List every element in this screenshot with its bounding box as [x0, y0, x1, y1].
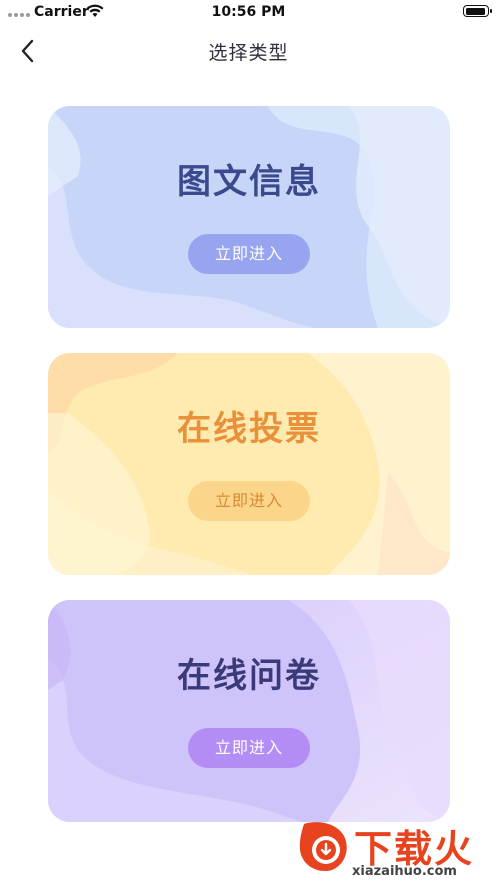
card-title: 在线问卷: [177, 656, 321, 696]
enter-button[interactable]: 立即进入: [188, 728, 310, 768]
card-title: 图文信息: [177, 162, 321, 202]
status-time: 10:56 PM: [211, 4, 286, 20]
card-background: [48, 353, 450, 575]
status-bar: Carrier 10:56 PM: [0, 0, 497, 26]
card-online-survey[interactable]: 在线问卷 立即进入: [48, 600, 450, 822]
card-online-vote[interactable]: 在线投票 立即进入: [48, 353, 450, 575]
card-title: 在线投票: [177, 409, 321, 449]
page-title: 选择类型: [208, 42, 289, 64]
enter-button[interactable]: 立即进入: [188, 234, 310, 274]
watermark-url: xiazaihuo.com: [352, 864, 457, 879]
download-fire-logo-icon: [299, 822, 347, 872]
enter-button[interactable]: 立即进入: [188, 481, 310, 521]
battery-icon: [463, 5, 492, 17]
watermark: 下载火 xiazaihuo.com: [292, 816, 492, 880]
card-background: [48, 600, 450, 822]
card-graphic-info[interactable]: 图文信息 立即进入: [48, 106, 450, 328]
navigation-bar: 选择类型: [0, 28, 497, 72]
card-background: [48, 106, 450, 328]
